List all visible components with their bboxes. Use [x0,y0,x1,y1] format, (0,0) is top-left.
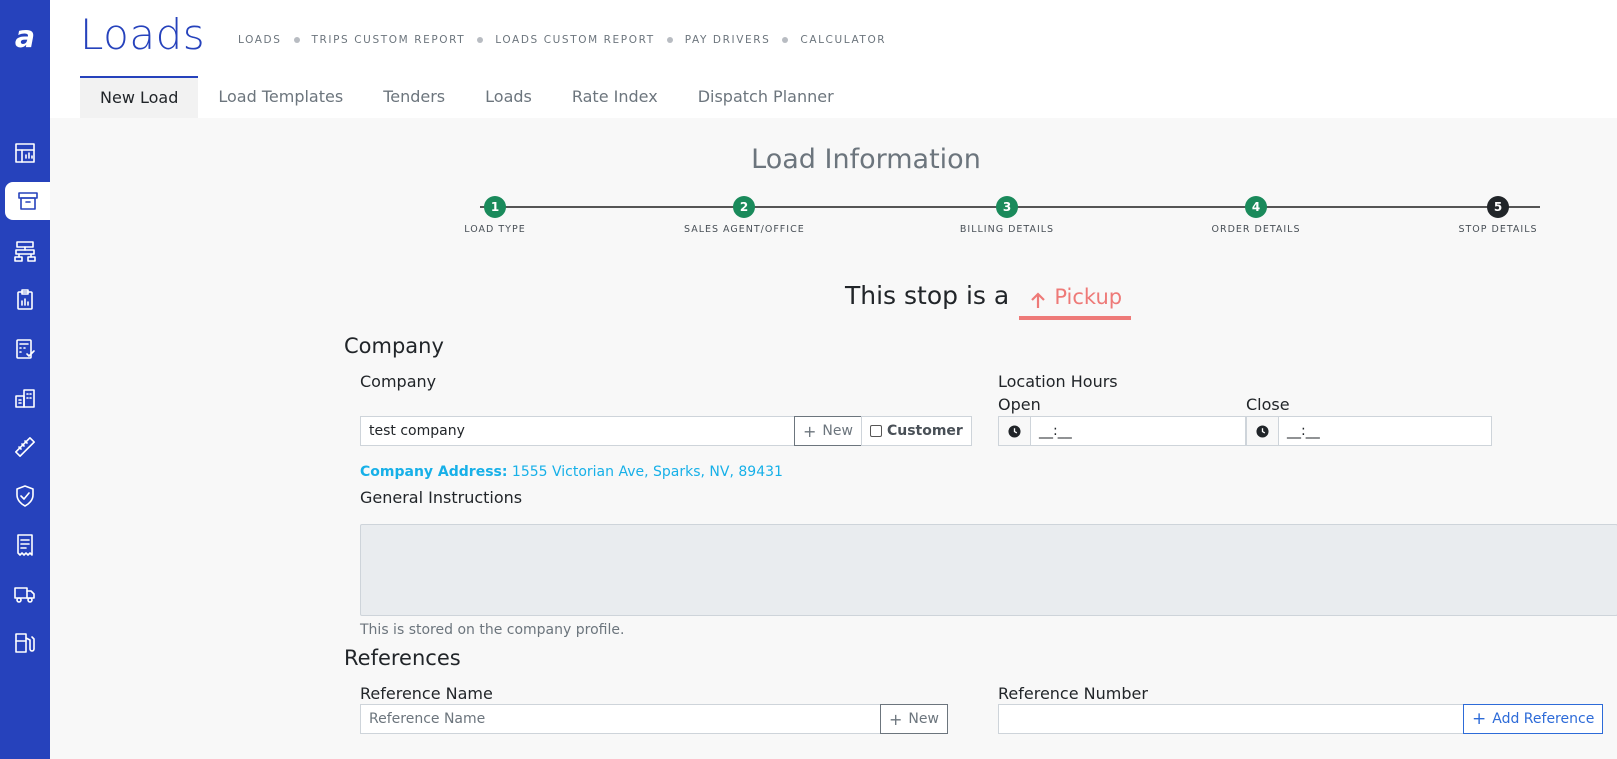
customer-checkbox-wrap[interactable]: Customer [860,416,972,446]
reference-name-group: + New [360,704,948,734]
clipboard-icon[interactable] [6,281,44,319]
sidebar: a [0,0,50,759]
company-input[interactable] [360,416,795,446]
clock-icon [998,416,1031,446]
fuel-pump-icon[interactable] [6,624,44,662]
stop-type-prefix: This stop is a [845,281,1010,310]
company-address-value: 1555 Victorian Ave, Sparks, NV, 89431 [511,464,783,480]
new-reference-name-button[interactable]: + New [880,704,948,734]
main-content: Load Information 1 LOAD TYPE 2 SALES AGE… [50,118,1617,759]
page-title: Loads [80,10,206,59]
step-stop-details[interactable]: 5 STOP DETAILS [1438,196,1558,235]
truck-icon[interactable] [6,575,44,613]
new-reference-name-button-label: New [908,711,939,727]
stop-type-toggle[interactable]: Pickup [1019,278,1132,320]
receipt-icon[interactable] [6,526,44,564]
breadcrumb-separator [293,37,300,43]
open-label: Open [998,395,1041,414]
company-address-label: Company Address: [360,464,508,480]
add-reference-button[interactable]: + Add Reference [1463,704,1604,734]
breadcrumb-pay-drivers[interactable]: PAY DRIVERS [685,34,771,46]
org-chart-icon[interactable] [6,232,44,270]
step-number: 1 [484,196,506,218]
clock-icon [1246,416,1279,446]
step-label: LOAD TYPE [464,224,526,235]
company-label: Company [360,372,437,391]
breadcrumb-calculator[interactable]: CALCULATOR [800,34,886,46]
breadcrumb-trips-custom-report[interactable]: TRIPS CUSTOM REPORT [312,34,466,46]
breadcrumb-separator [666,37,673,43]
close-label: Close [1246,395,1290,414]
breadcrumb-separator [782,37,789,43]
plus-icon: + [1472,709,1487,729]
app-logo[interactable]: a [0,18,50,58]
ruler-icon[interactable] [6,428,44,466]
step-number: 2 [733,196,755,218]
company-address: Company Address: 1555 Victorian Ave, Spa… [360,464,783,480]
close-time-group: __:__ [1246,416,1492,446]
reference-number-input[interactable] [998,704,1464,734]
archive-box-icon[interactable] [5,182,50,220]
step-label: STOP DETAILS [1458,224,1538,235]
step-order-details[interactable]: 4 ORDER DETAILS [1196,196,1316,235]
general-instructions-textarea[interactable] [360,524,1617,616]
breadcrumb-loads-custom-report[interactable]: LOADS CUSTOM REPORT [495,34,654,46]
stop-type-label: Pickup [1054,285,1123,309]
reference-name-label: Reference Name [360,684,493,703]
open-time-group: __:__ [998,416,1246,446]
step-sales-agent-office[interactable]: 2 SALES AGENT/OFFICE [684,196,804,235]
tab-bar: New Load Load Templates Tenders Loads Ra… [80,76,854,118]
step-number: 3 [996,196,1018,218]
tab-load-templates[interactable]: Load Templates [198,76,363,118]
references-section-heading: References [344,646,461,670]
step-billing-details[interactable]: 3 BILLING DETAILS [947,196,1067,235]
instructions-help-text: This is stored on the company profile. [360,622,625,638]
location-hours-label: Location Hours [998,372,1118,391]
tab-loads[interactable]: Loads [465,76,552,118]
general-instructions-label: General Instructions [360,488,523,507]
step-label: BILLING DETAILS [959,224,1055,235]
dashboard-chart-icon[interactable] [6,134,44,172]
customer-checkbox-label: Customer [886,423,963,439]
customer-checkbox[interactable] [869,425,882,437]
step-load-type[interactable]: 1 LOAD TYPE [435,196,555,235]
add-reference-button-label: Add Reference [1492,711,1595,727]
new-company-button[interactable]: + New [794,416,862,446]
tab-new-load[interactable]: New Load [80,76,199,118]
step-label: ORDER DETAILS [1211,224,1301,235]
breadcrumb-loads[interactable]: LOADS [238,34,282,46]
plus-icon: + [889,709,903,729]
breadcrumb-separator [477,37,484,43]
step-number: 4 [1245,196,1267,218]
reference-number-label: Reference Number [998,684,1148,703]
page-header: Loads LOADS TRIPS CUSTOM REPORT LOADS CU… [50,0,1617,118]
open-time-input[interactable]: __:__ [1031,416,1246,446]
shield-check-icon[interactable] [6,477,44,515]
stop-type-line: This stop is a Pickup [845,278,1132,320]
breadcrumb: LOADS TRIPS CUSTOM REPORT LOADS CUSTOM R… [238,34,886,46]
new-company-button-label: New [822,423,853,439]
buildings-icon[interactable] [6,379,44,417]
section-heading: Load Information [751,144,981,175]
plus-icon: + [803,421,817,441]
step-label: SALES AGENT/OFFICE [684,224,805,235]
step-number: 5 [1487,196,1509,218]
company-input-group: + New Customer [360,416,972,446]
reference-number-group: + Add Reference [998,704,1604,734]
progress-stepper: 1 LOAD TYPE 2 SALES AGENT/OFFICE 3 BILLI… [430,196,1580,236]
tab-tenders[interactable]: Tenders [363,76,465,118]
reference-name-input[interactable] [360,704,881,734]
tab-rate-index[interactable]: Rate Index [552,76,678,118]
calculator-check-icon[interactable] [6,330,44,368]
arrow-up-icon [1031,292,1046,308]
tab-dispatch-planner[interactable]: Dispatch Planner [678,76,854,118]
close-time-input[interactable]: __:__ [1279,416,1492,446]
company-section-heading: Company [344,334,444,358]
